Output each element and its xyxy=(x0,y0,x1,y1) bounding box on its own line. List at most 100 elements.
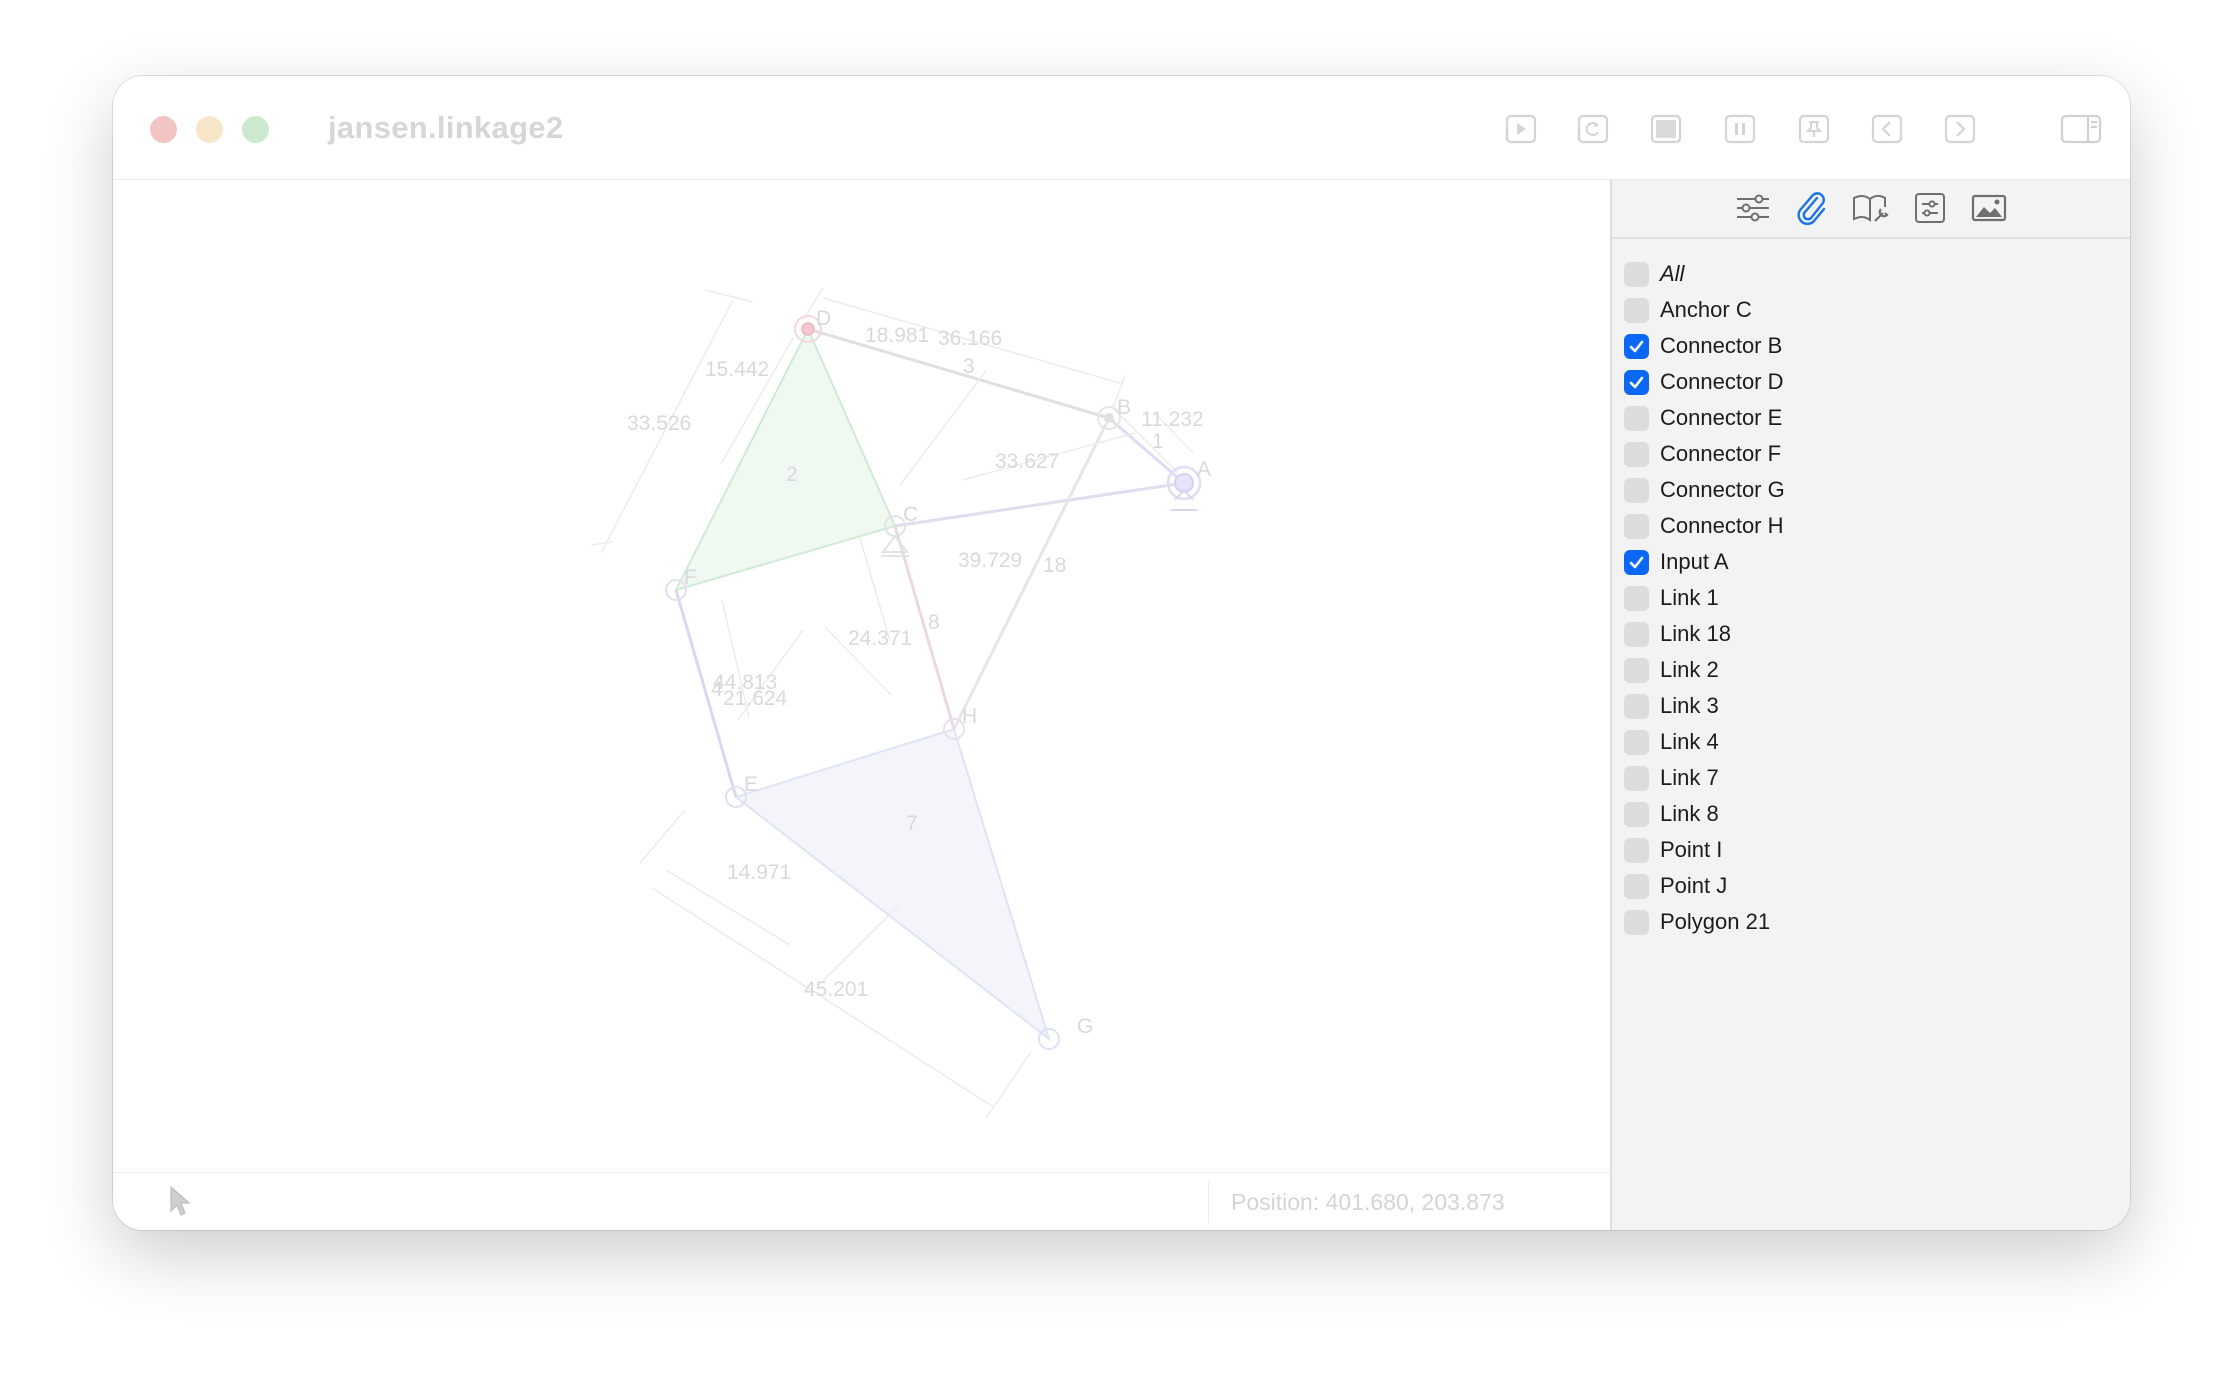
status-divider xyxy=(1208,1181,1209,1223)
visibility-checkbox[interactable] xyxy=(1624,261,1649,287)
dimension-label: 33.627 xyxy=(995,450,1059,473)
pause-button[interactable] xyxy=(1718,109,1762,149)
reload-button[interactable] xyxy=(1571,109,1615,149)
list-item[interactable]: Connector H xyxy=(1624,508,1785,544)
list-item-label: Point I xyxy=(1660,837,1723,862)
visibility-checkbox[interactable] xyxy=(1624,765,1649,791)
visibility-checkbox[interactable] xyxy=(1624,837,1649,863)
position-readout: Position: 401.680, 203.873 xyxy=(1231,1189,1505,1215)
visibility-checkbox[interactable] xyxy=(1624,621,1649,647)
list-item[interactable]: Link 18 xyxy=(1624,616,1785,652)
list-item-label: Link 4 xyxy=(1660,729,1719,754)
zoom-button[interactable] xyxy=(242,116,269,143)
visibility-checkbox[interactable] xyxy=(1624,693,1649,719)
window-title: jansen.linkage2 xyxy=(328,110,564,145)
visibility-checkbox[interactable] xyxy=(1624,657,1649,683)
visibility-checkbox[interactable] xyxy=(1624,801,1649,827)
stop-button[interactable] xyxy=(1644,109,1688,149)
dimension-label: 33.526 xyxy=(627,412,691,435)
sidebar-tab-settings[interactable] xyxy=(1910,190,1950,226)
visibility-checkbox[interactable] xyxy=(1624,477,1649,503)
minimize-button[interactable] xyxy=(196,116,223,143)
visibility-checkbox[interactable] xyxy=(1624,729,1649,755)
sidebar-tab-attachments[interactable] xyxy=(1792,190,1832,226)
dimension-label: 11.232 xyxy=(1141,408,1204,431)
list-item-label: Connector D xyxy=(1660,369,1784,394)
list-item[interactable]: Connector D xyxy=(1624,364,1785,400)
list-item-label: Connector E xyxy=(1660,405,1783,430)
sidebar-toggle-icon xyxy=(2060,114,2102,144)
list-item-label: Link 3 xyxy=(1660,693,1719,718)
list-item[interactable]: Input A xyxy=(1624,544,1785,580)
sidebar-toolbar xyxy=(1612,180,2130,239)
list-item-label: Input A xyxy=(1660,549,1729,574)
list-item[interactable]: Point I xyxy=(1624,832,1785,868)
list-item-label: Polygon 21 xyxy=(1660,909,1771,934)
arrow-cursor-icon xyxy=(170,1185,191,1216)
linkage-canvas[interactable]: D B A C F H E G 1 2 3 4 7 8 18 18.981 36… xyxy=(113,180,1610,1230)
title-bar: jansen.linkage2 xyxy=(113,76,2130,180)
list-item-label: Link 8 xyxy=(1660,801,1719,826)
list-item[interactable]: All xyxy=(1624,256,1785,292)
chevron-right-icon xyxy=(1944,114,1976,144)
checkmark-icon xyxy=(1629,376,1644,388)
next-button[interactable] xyxy=(1938,109,1982,149)
list-item-label: Connector G xyxy=(1660,477,1785,502)
status-bar: Position: 401.680, 203.873 xyxy=(113,1172,1610,1230)
stop-icon xyxy=(1650,114,1682,144)
play-icon xyxy=(1505,114,1537,144)
visibility-checkbox[interactable] xyxy=(1624,585,1649,611)
link-label-2: 2 xyxy=(786,463,798,486)
list-item[interactable]: Link 4 xyxy=(1624,724,1785,760)
dimension-label: 18.981 xyxy=(865,324,929,347)
sidebar-tab-properties[interactable] xyxy=(1733,190,1773,226)
chevron-left-icon xyxy=(1871,114,1903,144)
close-button[interactable] xyxy=(150,116,177,143)
pointer-tool-button[interactable] xyxy=(169,1185,191,1222)
sidebar-tab-library[interactable] xyxy=(1851,190,1891,226)
point-label-c: C xyxy=(903,503,918,526)
list-item[interactable]: Polygon 21 xyxy=(1624,904,1785,940)
list-item[interactable]: Connector E xyxy=(1624,400,1785,436)
visibility-checkbox[interactable] xyxy=(1624,909,1649,935)
list-item[interactable]: Link 7 xyxy=(1624,760,1785,796)
list-item-label: Link 18 xyxy=(1660,621,1731,646)
list-item[interactable]: Anchor C xyxy=(1624,292,1785,328)
sidebar-tab-image[interactable] xyxy=(1969,190,2009,226)
visibility-checkbox[interactable] xyxy=(1624,333,1649,359)
visibility-checkbox[interactable] xyxy=(1624,297,1649,323)
visibility-checkbox[interactable] xyxy=(1624,873,1649,899)
list-item[interactable]: Link 1 xyxy=(1624,580,1785,616)
previous-button[interactable] xyxy=(1865,109,1909,149)
play-button[interactable] xyxy=(1499,109,1543,149)
list-item[interactable]: Link 3 xyxy=(1624,688,1785,724)
pin-button[interactable] xyxy=(1792,109,1836,149)
checkmark-icon xyxy=(1629,556,1644,568)
element-list: All Anchor C Connector B Connector D Connect… xyxy=(1624,256,1785,940)
list-item[interactable]: Link 8 xyxy=(1624,796,1785,832)
app-window: jansen.linkage2 D B A C F H E G 1 2 3 4 … xyxy=(113,76,2130,1230)
sidebar-toggle-button[interactable] xyxy=(2056,109,2106,149)
list-item[interactable]: Link 2 xyxy=(1624,652,1785,688)
list-item-label: Connector F xyxy=(1660,441,1782,466)
settings-panel-icon xyxy=(1915,193,1945,223)
visibility-checkbox[interactable] xyxy=(1624,405,1649,431)
list-item[interactable]: Connector F xyxy=(1624,436,1785,472)
list-item[interactable]: Connector B xyxy=(1624,328,1785,364)
visibility-checkbox[interactable] xyxy=(1624,513,1649,539)
visibility-checkbox[interactable] xyxy=(1624,441,1649,467)
list-item-label: Point J xyxy=(1660,873,1728,898)
link-label-18: 18 xyxy=(1043,554,1066,577)
visibility-checkbox[interactable] xyxy=(1624,369,1649,395)
sliders-icon xyxy=(1737,194,1769,222)
dimension-label: 24.371 xyxy=(848,627,912,650)
point-label-d: D xyxy=(816,307,831,330)
paperclip-icon xyxy=(1797,192,1826,225)
visibility-checkbox[interactable] xyxy=(1624,549,1649,575)
list-item-label: Anchor C xyxy=(1660,297,1752,322)
point-label-h: H xyxy=(962,705,977,728)
link-label-7: 7 xyxy=(906,812,918,835)
list-item[interactable]: Connector G xyxy=(1624,472,1785,508)
point-label-f: F xyxy=(684,566,697,589)
list-item[interactable]: Point J xyxy=(1624,868,1785,904)
